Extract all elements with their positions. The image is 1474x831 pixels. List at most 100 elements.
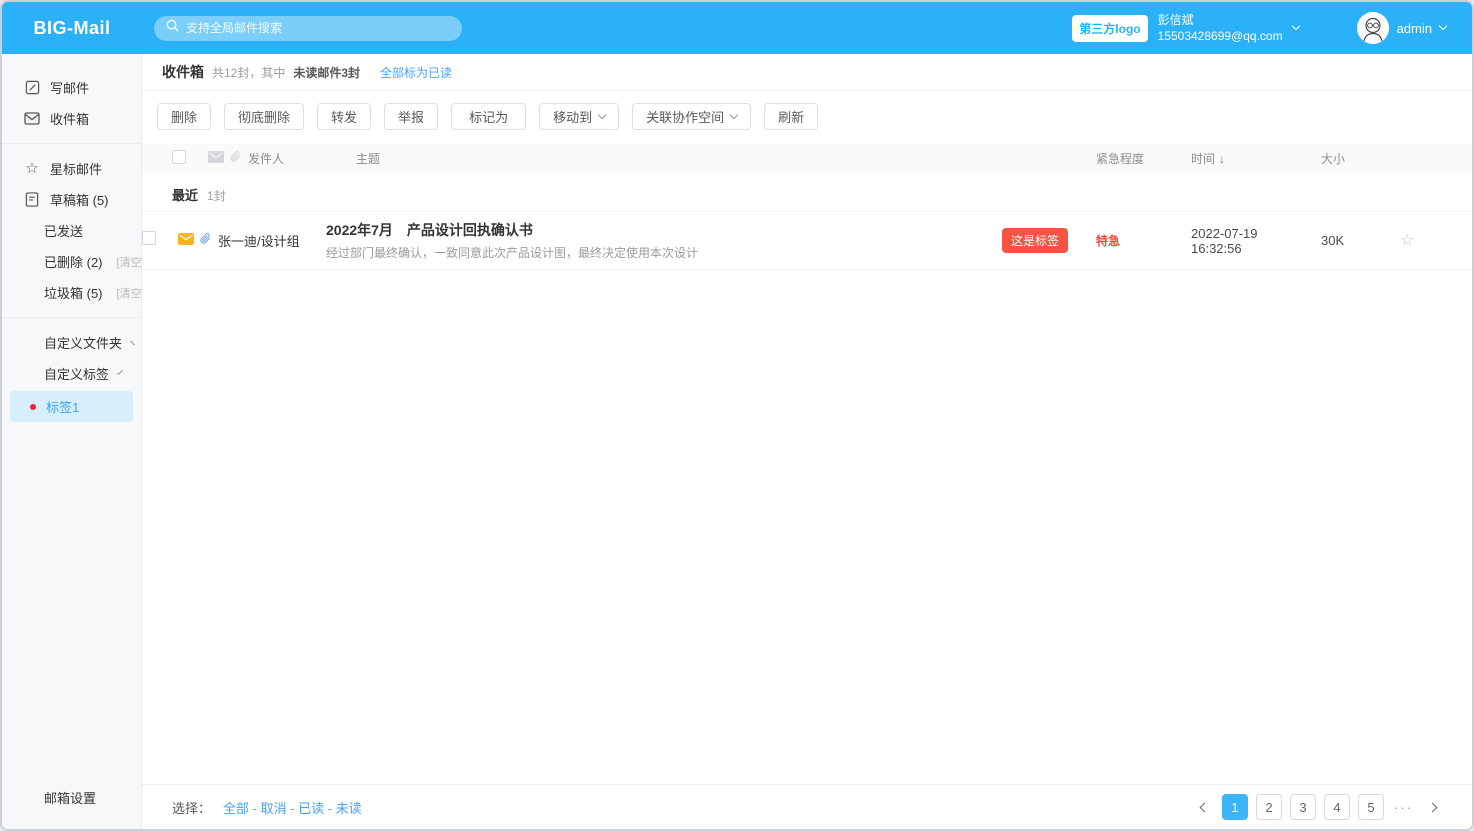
clear-deleted-link[interactable]: [清空]	[117, 254, 145, 270]
user-email: 15503428699@qq.com	[1158, 28, 1283, 44]
sidebar-item-label: 收件箱	[50, 109, 89, 128]
chevron-down-icon	[117, 369, 123, 375]
search-input[interactable]	[186, 21, 450, 35]
group-label: 最近	[172, 185, 198, 204]
sidebar-item-label: 自定义标签	[44, 364, 109, 383]
sidebar-item-settings[interactable]: 邮箱设置	[2, 784, 141, 829]
search-icon	[166, 19, 179, 37]
mark-as-button[interactable]: 标记为	[451, 103, 526, 130]
compose-icon	[24, 80, 40, 95]
toolbar: 删除 彻底删除 转发 举报 标记为 移动到 关联协作空间 刷新	[142, 91, 1472, 142]
select-all-checkbox[interactable]	[172, 150, 186, 164]
column-header-time[interactable]: 时间↓	[1177, 150, 1307, 167]
star-icon[interactable]: ☆	[1400, 232, 1414, 249]
refresh-button[interactable]: 刷新	[764, 103, 818, 130]
page-title: 收件箱	[162, 62, 204, 82]
chevron-down-icon	[1439, 22, 1447, 30]
sidebar-item-label: 星标邮件	[50, 159, 102, 178]
page-button-1[interactable]: 1	[1222, 794, 1248, 820]
column-header-size: 大小	[1307, 150, 1382, 167]
chevron-left-icon	[1200, 802, 1210, 812]
user-name: 彭信斌	[1158, 12, 1283, 28]
sidebar-item-inbox[interactable]: 收件箱	[2, 103, 141, 134]
divider	[2, 143, 141, 144]
envelope-icon	[178, 232, 194, 250]
chevron-down-icon	[730, 110, 738, 118]
sidebar-item-drafts[interactable]: 草稿箱 (5)	[2, 184, 141, 215]
move-to-label: 移动到	[553, 107, 592, 126]
divider	[2, 317, 141, 318]
select-links[interactable]: 全部 - 取消 - 已读 - 未读	[223, 798, 362, 817]
paperclip-icon	[200, 232, 211, 250]
mail-subject: 2022年7月 产品设计回执确认书	[326, 220, 698, 240]
pagination-ellipsis[interactable]: ···	[1392, 800, 1415, 815]
forward-button[interactable]: 转发	[317, 103, 371, 130]
mail-app-window: BIG-Mail 第三方logo 彭信斌 15503428699@qq.com	[0, 0, 1474, 831]
mail-row[interactable]: 张一迪/设计组 2022年7月 产品设计回执确认书 经过部门最终确认，一致同意此…	[142, 211, 1472, 270]
global-search[interactable]	[154, 16, 462, 41]
next-page-button[interactable]	[1423, 800, 1442, 815]
sidebar-item-label: 垃圾箱 (5)	[44, 283, 103, 302]
avatar	[1357, 12, 1389, 44]
admin-label: admin	[1397, 21, 1432, 36]
report-button[interactable]: 举报	[384, 103, 438, 130]
mark-all-read-link[interactable]: 全部标为已读	[380, 64, 452, 81]
mail-preview: 经过部门最终确认，一致同意此次产品设计图，最终决定使用本次设计	[326, 244, 698, 261]
account-switcher[interactable]: 彭信斌 15503428699@qq.com	[1158, 12, 1299, 44]
unread-count-text: 未读邮件3封	[293, 64, 360, 81]
list-header-row: 发件人 主题 紧急程度 时间↓ 大小	[142, 144, 1472, 172]
mail-tag-badge[interactable]: 这是标签	[1002, 228, 1068, 253]
main-panel: 收件箱 共12封，其中 未读邮件3封 全部标为已读 删除 彻底删除 转发 举报 …	[142, 54, 1472, 829]
pagination: 1 2 3 4 5 ···	[1195, 794, 1442, 820]
chevron-right-icon	[130, 340, 135, 345]
sidebar-item-custom-folders[interactable]: 自定义文件夹	[2, 327, 141, 358]
select-label: 选择：	[172, 798, 211, 817]
page-button-2[interactable]: 2	[1256, 794, 1282, 820]
page-button-5[interactable]: 5	[1358, 794, 1384, 820]
delete-button[interactable]: 删除	[157, 103, 211, 130]
clear-trash-link[interactable]: [清空]	[117, 285, 145, 301]
empty-list-area	[142, 270, 1472, 784]
sidebar-item-compose[interactable]: 写邮件	[2, 72, 141, 103]
page-button-4[interactable]: 4	[1324, 794, 1350, 820]
third-party-logo-button[interactable]: 第三方logo	[1072, 15, 1147, 42]
footer-bar: 选择： 全部 - 取消 - 已读 - 未读 1 2 3 4 5 ···	[142, 784, 1472, 829]
column-header-subject: 主题	[356, 150, 380, 167]
paperclip-icon	[230, 150, 241, 166]
sidebar-item-label: 已发送	[44, 221, 83, 240]
sidebar-item-label: 邮箱设置	[44, 788, 96, 807]
sidebar-item-label: 写邮件	[50, 78, 89, 97]
drafts-icon	[24, 192, 40, 207]
link-workspace-dropdown[interactable]: 关联协作空间	[632, 103, 751, 130]
move-to-dropdown[interactable]: 移动到	[539, 103, 619, 130]
chevron-right-icon	[1428, 802, 1438, 812]
sidebar-item-label: 标签1	[46, 397, 79, 416]
app-logo: BIG-Mail	[2, 18, 142, 39]
tag-dot-icon	[30, 404, 36, 410]
delete-forever-button[interactable]: 彻底删除	[224, 103, 304, 130]
sidebar-item-deleted[interactable]: 已删除 (2) [清空]	[2, 246, 141, 277]
prev-page-button[interactable]	[1195, 800, 1214, 815]
sidebar-item-trash[interactable]: 垃圾箱 (5) [清空]	[2, 277, 141, 308]
sidebar-item-starred[interactable]: ☆ 星标邮件	[2, 153, 141, 184]
sidebar: 写邮件 收件箱 ☆ 星标邮件 草稿箱 (5) 已发送	[2, 54, 142, 829]
page-button-3[interactable]: 3	[1290, 794, 1316, 820]
sidebar-item-label: 已删除 (2)	[44, 252, 103, 271]
sort-desc-icon: ↓	[1219, 152, 1225, 166]
sidebar-item-label: 草稿箱 (5)	[50, 190, 109, 209]
mail-sender: 张一迪/设计组	[218, 231, 326, 250]
mail-icon	[208, 151, 224, 166]
mailbox-header-bar: 收件箱 共12封，其中 未读邮件3封 全部标为已读	[142, 54, 1472, 91]
mail-size: 30K	[1307, 233, 1382, 248]
top-bar: BIG-Mail 第三方logo 彭信斌 15503428699@qq.com	[2, 2, 1472, 54]
group-count: 1封	[207, 187, 226, 204]
row-checkbox[interactable]	[142, 231, 156, 245]
mail-time: 2022-07-19 16:32:56	[1177, 226, 1307, 256]
sidebar-item-sent[interactable]: 已发送	[2, 215, 141, 246]
sidebar-item-tag1[interactable]: 标签1	[10, 391, 133, 422]
sidebar-item-custom-tags[interactable]: 自定义标签	[2, 358, 141, 389]
link-workspace-label: 关联协作空间	[646, 107, 724, 126]
mail-icon	[24, 112, 40, 125]
column-header-sender: 发件人	[248, 150, 356, 167]
admin-menu[interactable]: admin	[1357, 12, 1446, 44]
